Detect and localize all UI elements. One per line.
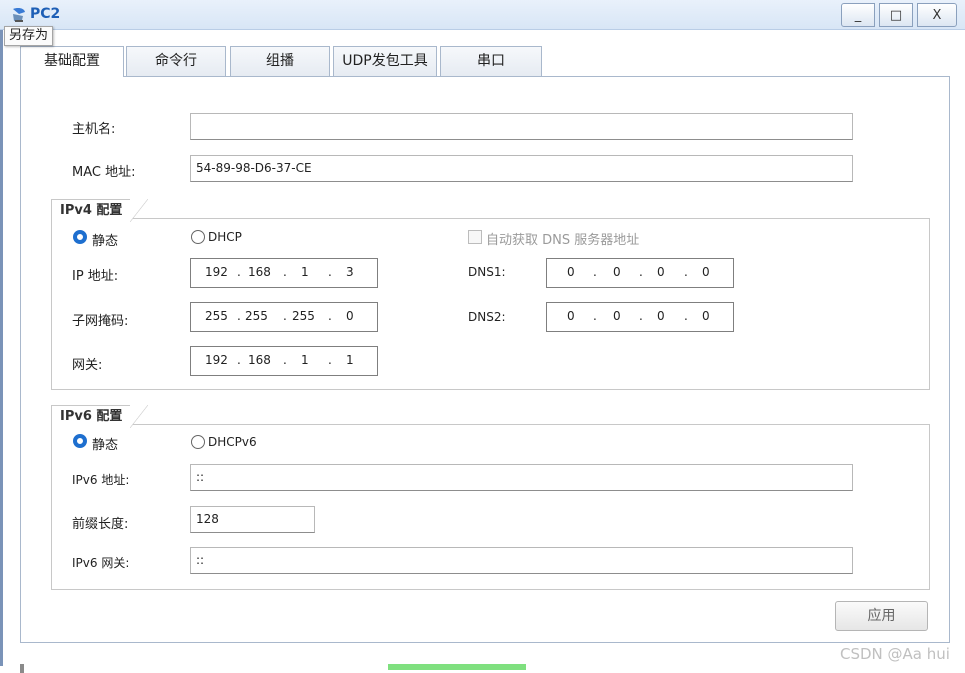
window-title: PC2 <box>30 6 61 22</box>
ipv6-address-input[interactable]: :: <box>190 464 853 491</box>
hostname-label: 主机名: <box>72 122 116 137</box>
pc-app-icon <box>13 8 25 22</box>
pc2-window: PC2 _ □ X 另存为 基础配置 命令行 组播 UDP发包工具 串口 主机名… <box>0 0 965 673</box>
dns2-label: DNS2: <box>468 310 506 324</box>
minimize-icon: _ <box>854 7 862 23</box>
ipv4-dhcp-label: DHCP <box>208 230 242 244</box>
ipv6-static-label: 静态 <box>92 438 119 453</box>
tab-serial[interactable]: 串口 <box>440 46 542 76</box>
apply-button[interactable]: 应用 <box>835 601 928 631</box>
maximize-icon: □ <box>889 7 903 23</box>
ipv6-address-label: IPv6 地址: <box>72 473 130 487</box>
tab-udp-tool[interactable]: UDP发包工具 <box>333 46 437 76</box>
ipv6-gateway-input[interactable]: :: <box>190 547 853 574</box>
dns1-input[interactable]: 0. 0. 0. 0 <box>546 258 734 288</box>
auto-dns-label: 自动获取 DNS 服务器地址 <box>486 233 640 248</box>
close-button[interactable]: X <box>917 3 957 27</box>
tab-multicast[interactable]: 组播 <box>230 46 330 76</box>
ipv4-dhcp-radio[interactable] <box>191 230 205 244</box>
ipv6-dhcp-label: DHCPv6 <box>208 435 257 449</box>
subnet-mask-input[interactable]: 255. 255. 255. 0 <box>190 302 378 332</box>
mac-label: MAC 地址: <box>72 165 136 180</box>
ip-address-input[interactable]: 192. 168. 1. 3 <box>190 258 378 288</box>
status-marker <box>20 664 24 673</box>
ipv6-gateway-label: IPv6 网关: <box>72 556 130 570</box>
tab-basic-config[interactable]: 基础配置 <box>20 46 124 77</box>
ipv4-static-radio[interactable] <box>73 230 87 244</box>
tab-command-line[interactable]: 命令行 <box>126 46 226 76</box>
ipv4-group-title: IPv4 配置 <box>51 199 149 222</box>
watermark-text: CSDN @Aa hui <box>840 645 950 663</box>
progress-strip <box>388 664 526 670</box>
save-as-tooltip: 另存为 <box>4 26 54 46</box>
ipv6-group-title: IPv6 配置 <box>51 405 149 428</box>
title-bar[interactable]: PC2 _ □ X <box>0 0 965 30</box>
mac-address-field[interactable]: 54-89-98-D6-37-CE <box>190 155 853 182</box>
dns2-input[interactable]: 0. 0. 0. 0 <box>546 302 734 332</box>
gateway-label: 网关: <box>72 358 103 373</box>
prefix-length-label: 前缀长度: <box>72 517 129 532</box>
auto-dns-checkbox[interactable] <box>468 230 482 244</box>
close-icon: X <box>932 7 942 23</box>
maximize-button[interactable]: □ <box>879 3 913 27</box>
minimize-button[interactable]: _ <box>841 3 875 27</box>
ip-address-label: IP 地址: <box>72 269 119 284</box>
ipv6-static-radio[interactable] <box>73 434 87 448</box>
hostname-input[interactable] <box>190 113 853 140</box>
window-left-border <box>0 30 3 666</box>
ipv4-static-label: 静态 <box>92 234 119 249</box>
prefix-length-input[interactable]: 128 <box>190 506 315 533</box>
gateway-input[interactable]: 192. 168. 1. 1 <box>190 346 378 376</box>
ipv6-dhcp-radio[interactable] <box>191 435 205 449</box>
dns1-label: DNS1: <box>468 265 506 279</box>
subnet-mask-label: 子网掩码: <box>72 314 129 329</box>
